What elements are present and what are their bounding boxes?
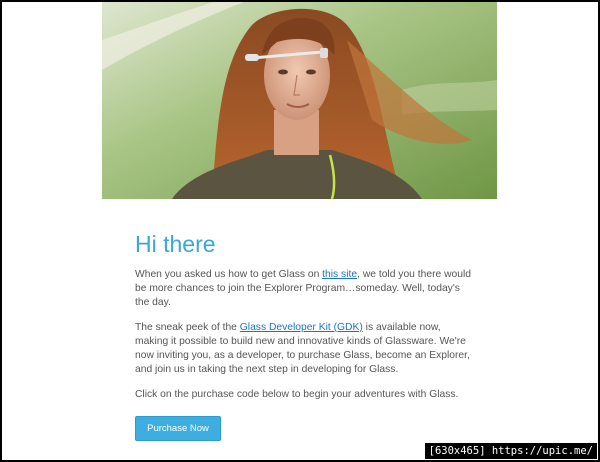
hero-image [102, 2, 497, 199]
greeting-heading: Hi there [135, 231, 216, 257]
gdk-paragraph: The sneak peek of the Glass Developer Ki… [135, 321, 475, 377]
this-site-link[interactable]: this site [322, 269, 357, 280]
purchase-instruction: Click on the purchase code below to begi… [135, 389, 459, 400]
watermark-label: [630x465] https://upic.me/ [424, 443, 597, 459]
email-frame: Hi there When you asked us how to get Gl… [2, 2, 598, 460]
intro-paragraph: When you asked us how to get Glass on th… [135, 268, 475, 310]
email-body: Hi there When you asked us how to get Gl… [135, 230, 475, 441]
gdk-link[interactable]: Glass Developer Kit (GDK) [240, 322, 363, 333]
hero-illustration [102, 2, 497, 199]
intro-text-before: When you asked us how to get Glass on [135, 269, 323, 280]
gdk-text-before: The sneak peek of the [135, 322, 240, 333]
purchase-now-button[interactable]: Purchase Now [135, 416, 221, 441]
